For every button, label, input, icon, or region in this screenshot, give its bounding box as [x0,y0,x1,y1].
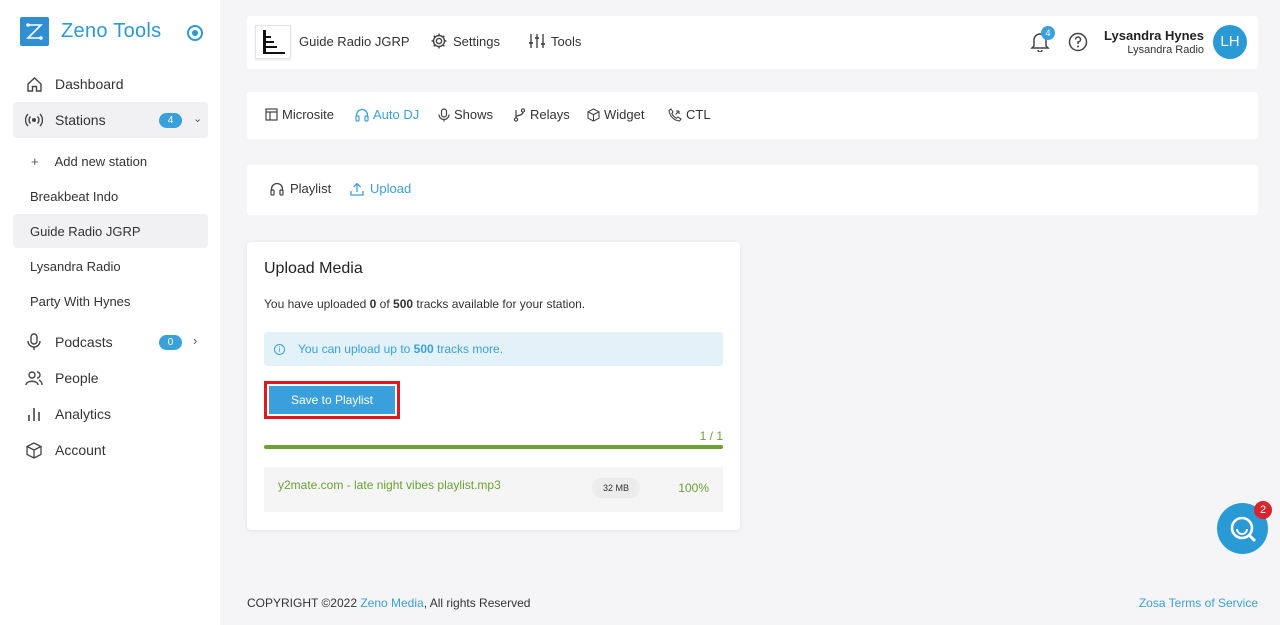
footer-copyright: COPYRIGHT ©2022 Zeno Media, All rights R… [247,596,531,610]
upload-progress-fill [264,445,723,449]
zeno-logo-icon [20,17,49,46]
tab-label: Widget [604,107,645,122]
brand-name: Zeno Tools [61,20,162,42]
info-icon: i [274,343,285,355]
radio-icon [25,111,43,129]
terms-link[interactable]: Zosa Terms of Service [1139,596,1258,610]
card-title: Upload Media [264,260,363,277]
upload-description: You have uploaded 0 of 500 tracks availa… [264,297,586,311]
tab-widget[interactable]: Widget [587,107,644,122]
sidebar-item-analytics[interactable]: Analytics [13,396,208,432]
company-link[interactable]: Zeno Media [360,596,423,610]
home-icon [25,75,43,93]
upload-file-row: y2mate.com - late night vibes playlist.m… [264,467,723,512]
sidebar-toggle-icon[interactable] [187,25,203,41]
sidebar-item-dashboard[interactable]: Dashboard [13,66,208,102]
sliders-icon [529,34,545,48]
tab-label: Microsite [282,107,335,122]
tab-microsite[interactable]: Microsite [265,107,334,122]
sidebar-item-stations[interactable]: Stations 4 ⌄ [13,102,208,138]
bar-chart-icon [25,405,43,423]
tab-ctl[interactable]: CTL [668,107,711,122]
station-item-label: Lysandra Radio [30,258,121,274]
tools-label: Tools [551,33,582,49]
plus-icon: + [31,153,39,169]
microphone-icon [438,107,450,121]
tab-label: Upload [370,181,412,196]
tab-auto-dj[interactable]: Auto DJ [355,107,419,122]
settings-label: Settings [453,33,500,49]
add-station-label: Add new station [54,153,148,169]
station-logo[interactable] [255,25,291,59]
chevron-down-icon[interactable]: ⌄ [193,112,202,125]
station-tabs: Microsite Auto DJ Shows Relays Widget CT… [247,92,1258,139]
brand[interactable]: Zeno Tools [20,17,161,46]
progress-count: 1 / 1 [699,429,723,443]
tab-relays[interactable]: Relays [513,107,570,122]
user-name: Lysandra Hynes [1104,28,1204,43]
headphones-icon [270,182,284,196]
phone-call-icon [668,107,682,122]
sidebar: Zeno Tools Dashboard Stations 4 ⌄ + Add … [0,0,220,625]
tools-button[interactable]: Tools [528,32,581,50]
git-branch-icon [513,107,526,122]
sidebar-item-podcasts[interactable]: Podcasts 0 › [13,324,208,360]
sidebar-item-account[interactable]: Account [13,432,208,468]
tab-playlist[interactable]: Playlist [270,181,331,196]
layout-icon [265,108,278,121]
sidebar-item-label: Analytics [55,406,112,422]
station-item[interactable]: Party With Hynes [13,284,208,318]
sidebar-item-people[interactable]: People [13,360,208,396]
top-header: Guide Radio JGRP Settings Tools 4 Lysand… [247,16,1258,69]
station-item-label: Party With Hynes [30,293,131,309]
microphone-icon [25,333,43,351]
sidebar-item-label: Podcasts [55,334,113,350]
podcasts-count-badge: 0 [159,335,182,350]
save-to-playlist-button[interactable]: Save to Playlist [264,381,400,419]
notification-badge: 4 [1041,26,1055,40]
chat-unread-badge: 2 [1254,501,1272,519]
tab-label: CTL [686,107,711,122]
box-icon [587,107,600,122]
sidebar-item-label: Stations [55,112,106,128]
user-station: Lysandra Radio [1127,44,1204,56]
station-item[interactable]: Breakbeat Indo [13,179,208,213]
autodj-subtabs: Playlist Upload [247,165,1258,215]
sidebar-item-label: Dashboard [55,76,124,92]
help-icon[interactable] [1068,32,1088,55]
settings-button[interactable]: Settings [430,32,500,50]
sidebar-item-label: People [55,370,99,386]
station-name: Guide Radio JGRP [299,34,410,49]
file-size-badge: 32 MB [592,478,640,498]
sidebar-item-label: Account [55,442,106,458]
upload-media-card: Upload Media You have uploaded 0 of 500 … [247,242,740,530]
upload-progress-bar [264,445,723,449]
chevron-right-icon[interactable]: › [193,333,197,348]
stations-count-badge: 4 [159,113,182,128]
tab-label: Auto DJ [373,107,420,122]
file-progress-percent: 100% [678,481,709,495]
tab-label: Relays [530,107,570,122]
file-name: y2mate.com - late night vibes playlist.m… [278,478,501,492]
info-text: You can upload up to 500 tracks more. [298,342,504,356]
station-item-label: Breakbeat Indo [30,188,119,204]
avatar[interactable]: LH [1213,25,1247,59]
add-station-button[interactable]: + Add new station [13,144,208,178]
gear-icon [431,33,447,49]
tab-label: Playlist [290,181,332,196]
station-item-label: Guide Radio JGRP [30,223,141,239]
tab-shows[interactable]: Shows [438,107,493,122]
save-to-playlist-label: Save to Playlist [269,386,395,414]
people-icon [25,369,43,387]
chat-search-icon [1230,516,1256,542]
upload-info-alert: i You can upload up to 500 tracks more. [264,332,723,366]
station-item[interactable]: Lysandra Radio [13,249,208,283]
tab-upload[interactable]: Upload [350,181,411,196]
station-item[interactable]: Guide Radio JGRP [13,214,208,248]
tab-label: Shows [454,107,494,122]
cube-icon [25,441,43,459]
upload-icon [350,182,364,196]
headphones-icon [355,108,369,122]
